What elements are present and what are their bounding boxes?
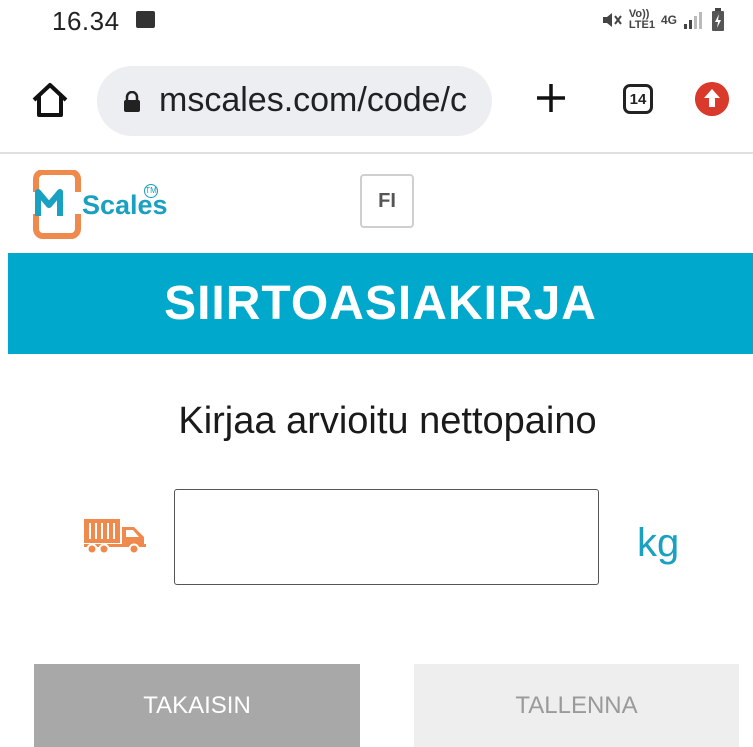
- volte-label: Vo)) LTE1: [629, 9, 655, 31]
- page-title: SIIRTOASIAKIRJA: [164, 277, 597, 330]
- battery-icon: [712, 8, 724, 31]
- new-tab-icon[interactable]: [533, 80, 569, 116]
- address-bar[interactable]: mscales.com/code/c: [97, 66, 492, 136]
- status-time: 16.34: [52, 6, 120, 36]
- lte-text: LTE1: [628, 19, 655, 31]
- toolbar-divider: [0, 152, 753, 154]
- lock-icon: [124, 91, 140, 112]
- home-icon[interactable]: [30, 80, 70, 120]
- mscales-logo[interactable]: Scales TM: [30, 169, 168, 240]
- language-button[interactable]: FI: [360, 174, 414, 228]
- tab-switcher-button[interactable]: 14: [623, 84, 653, 114]
- url-text: mscales.com/code/c: [159, 81, 467, 119]
- update-icon[interactable]: [695, 82, 729, 116]
- image-notification-icon: [136, 11, 155, 28]
- back-button[interactable]: TAKAISIN: [34, 664, 360, 747]
- unit-label: kg: [637, 521, 680, 565]
- signal-icon: [684, 12, 702, 29]
- logo-tm: TM: [144, 184, 158, 198]
- net-weight-input[interactable]: [174, 489, 599, 585]
- truck-icon: [84, 519, 146, 555]
- mute-icon: [602, 13, 622, 27]
- status-icons: Vo)) LTE1 4G: [601, 6, 725, 34]
- title-banner: SIIRTOASIAKIRJA: [8, 253, 753, 354]
- save-button[interactable]: TALLENNA: [414, 664, 739, 747]
- weight-prompt: Kirjaa arvioitu nettopaino: [178, 400, 597, 442]
- network-type: 4G: [660, 13, 677, 27]
